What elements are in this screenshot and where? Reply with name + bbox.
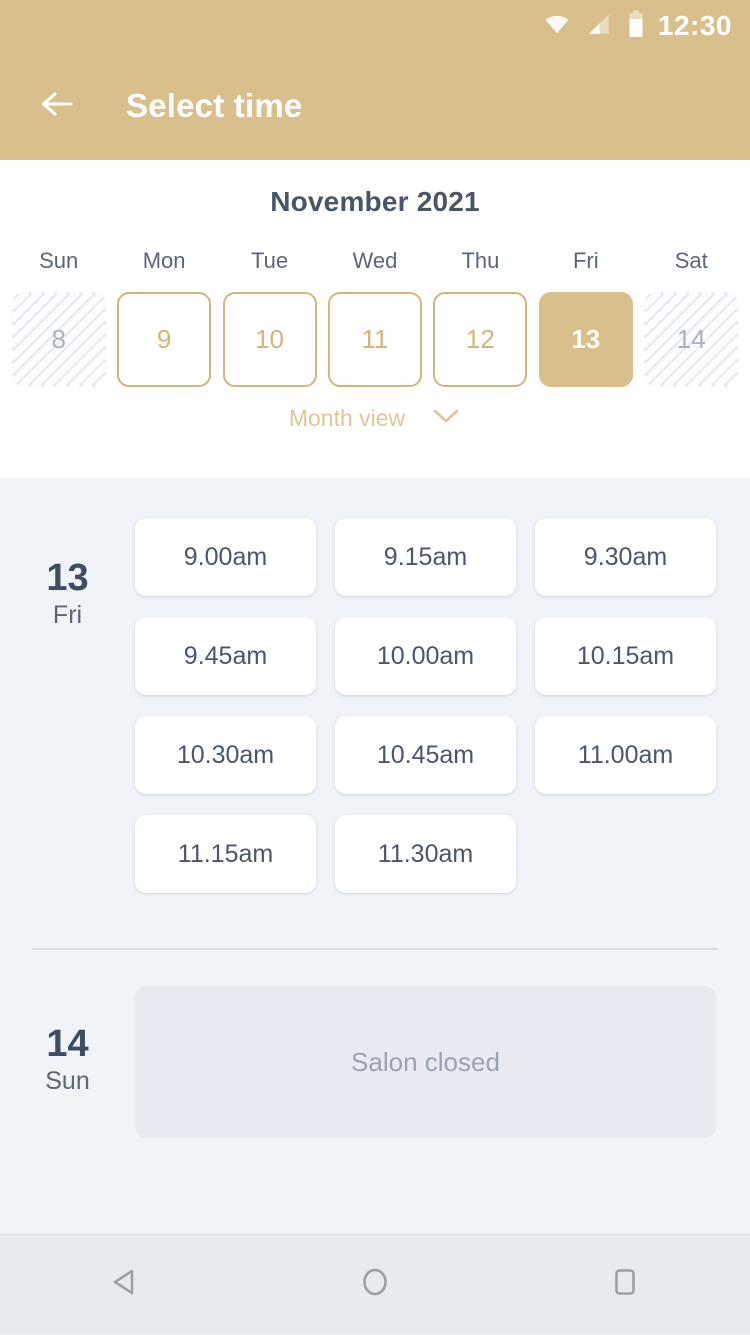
- month-view-toggle[interactable]: Month view: [0, 405, 750, 432]
- weekday-header: Tue: [251, 248, 289, 273]
- schedule-day-group-14: 14 Sun Salon closed: [0, 950, 750, 1138]
- weekday-header-row: Sun Mon Tue Wed Thu Fri Sat: [0, 248, 750, 274]
- schedule-day-number: 13: [46, 557, 89, 599]
- schedule-day-name: Sun: [45, 1066, 90, 1095]
- triangle-back-icon: [108, 1265, 142, 1304]
- weekday-header: Thu: [461, 248, 500, 273]
- chevron-down-icon: [431, 407, 461, 430]
- salon-closed-card: Salon closed: [135, 986, 716, 1138]
- square-recents-icon: [608, 1265, 642, 1304]
- arrow-left-icon: [37, 88, 77, 125]
- calendar-day-slot: 8: [6, 292, 111, 387]
- time-slot[interactable]: 9.45am: [135, 617, 316, 695]
- wifi-icon: [544, 11, 570, 42]
- schedule-day-group-13: 13 Fri 9.00am 9.15am 9.30am 9.45am 10.00…: [0, 478, 750, 893]
- nav-recents-button[interactable]: [565, 1235, 685, 1335]
- time-slot[interactable]: 9.15am: [335, 518, 516, 596]
- calendar-day-13-selected[interactable]: 13: [538, 292, 633, 387]
- calendar-day-9[interactable]: 9: [117, 292, 212, 387]
- calendar-day-slot: 14: [639, 292, 744, 387]
- schedule-day-label-14: 14 Sun: [0, 986, 135, 1138]
- time-slot[interactable]: 10.30am: [135, 716, 316, 794]
- calendar-panel: November 2021 Sun Mon Tue Wed Thu Fri Sa…: [0, 160, 750, 478]
- android-nav-bar: [0, 1234, 750, 1334]
- time-slot[interactable]: 10.45am: [335, 716, 516, 794]
- time-slot[interactable]: 9.00am: [135, 518, 316, 596]
- calendar-day-14: 14: [644, 292, 739, 387]
- calendar-day-11[interactable]: 11: [327, 292, 422, 387]
- battery-icon: [628, 10, 644, 43]
- calendar-day-slot: 13: [533, 292, 638, 387]
- circle-home-icon: [358, 1265, 392, 1304]
- status-bar: 12:30: [0, 0, 750, 52]
- nav-home-button[interactable]: [315, 1235, 435, 1335]
- app-bar: Select time: [0, 52, 750, 160]
- back-button[interactable]: [30, 79, 84, 133]
- calendar-day-slot: 11: [322, 292, 427, 387]
- status-icon-group: [544, 10, 644, 43]
- schedule-day-number: 14: [46, 1023, 89, 1065]
- calendar-day-10[interactable]: 10: [222, 292, 317, 387]
- schedule-scroll-area[interactable]: 13 Fri 9.00am 9.15am 9.30am 9.45am 10.00…: [0, 478, 750, 1234]
- time-slot[interactable]: 9.30am: [535, 518, 716, 596]
- calendar-month-title: November 2021: [270, 186, 480, 217]
- schedule-day-label-13: 13 Fri: [0, 518, 135, 893]
- calendar-day-slot: 9: [111, 292, 216, 387]
- cellular-signal-icon: [586, 11, 612, 42]
- calendar-day-slot: 12: [428, 292, 533, 387]
- time-slot[interactable]: 11.00am: [535, 716, 716, 794]
- nav-back-button[interactable]: [65, 1235, 185, 1335]
- schedule-day-name: Fri: [52, 600, 83, 629]
- calendar-day-slot: 10: [217, 292, 322, 387]
- calendar-day-8: 8: [11, 292, 106, 387]
- weekday-header: Mon: [142, 248, 186, 273]
- time-slot[interactable]: 10.15am: [535, 617, 716, 695]
- month-view-label: Month view: [288, 405, 406, 431]
- page-title: Select time: [126, 87, 303, 124]
- weekday-header: Sat: [674, 248, 708, 273]
- time-slot-grid: 9.00am 9.15am 9.30am 9.45am 10.00am 10.1…: [135, 518, 750, 893]
- weekday-header: Wed: [352, 248, 398, 273]
- weekday-header: Sun: [39, 248, 79, 273]
- time-slot[interactable]: 11.30am: [335, 815, 516, 893]
- calendar-day-12[interactable]: 12: [433, 292, 528, 387]
- time-slot[interactable]: 10.00am: [335, 617, 516, 695]
- weekday-header: Fri: [572, 248, 599, 273]
- phone-screen: 12:30 Select time November 2021 Sun Mon …: [0, 0, 750, 1334]
- status-bar-clock: 12:30: [657, 10, 732, 41]
- calendar-days-row: 8 9 10 11 12 13 14: [0, 292, 750, 387]
- time-slot[interactable]: 11.15am: [135, 815, 316, 893]
